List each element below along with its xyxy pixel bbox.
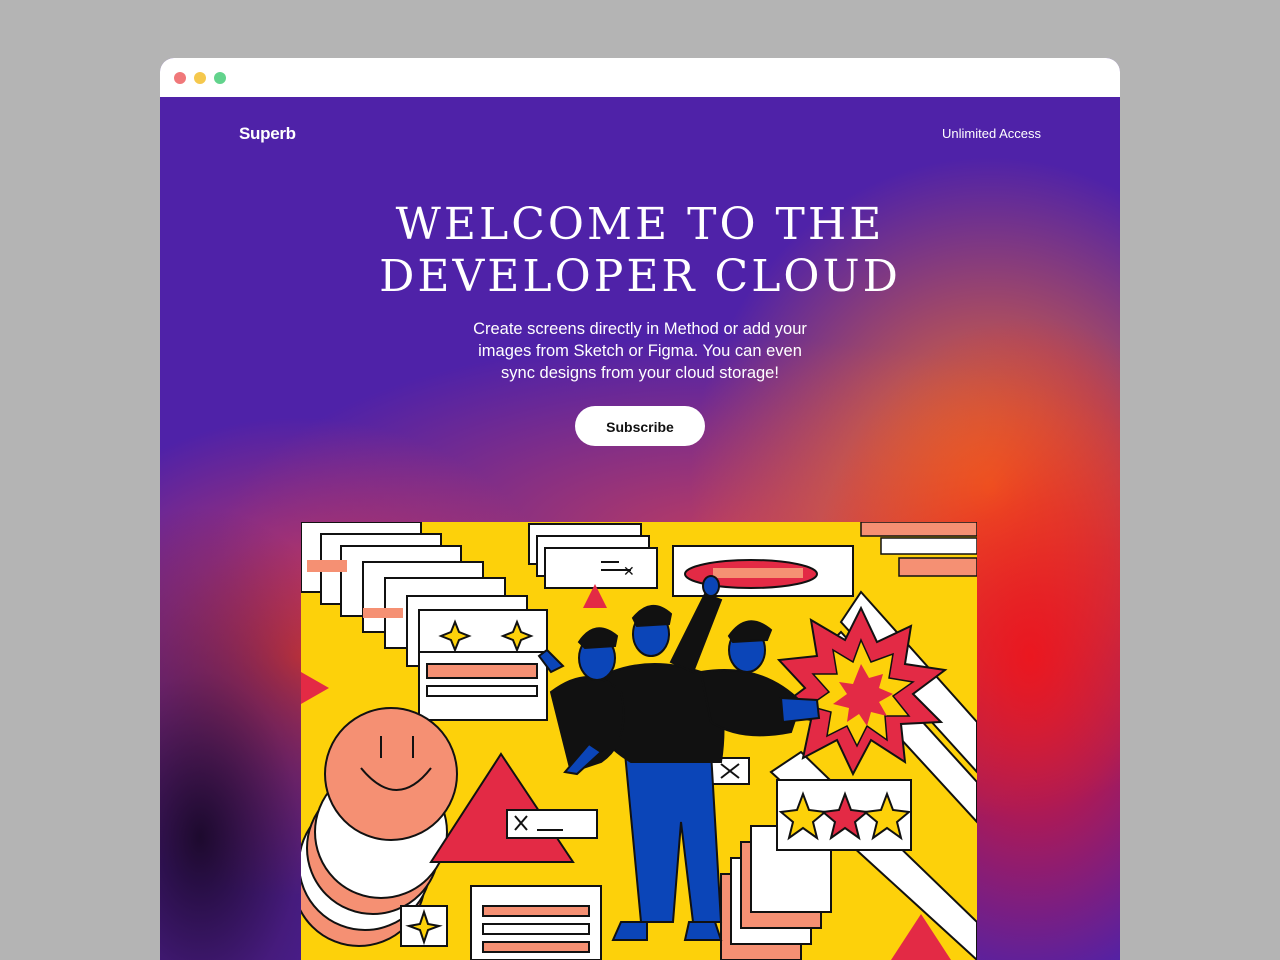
window-titlebar <box>160 58 1120 97</box>
landing-page: Superb Unlimited Access WELCOME TO THE D… <box>160 97 1120 960</box>
hero-subtitle-line-2: images from Sketch or Figma. You can eve… <box>478 342 802 360</box>
hero-title-line-1: WELCOME TO THE <box>395 199 885 250</box>
highlight-dialog <box>672 545 854 597</box>
hero-title: WELCOME TO THE DEVELOPER CLOUD <box>160 199 1120 303</box>
hero-subtitle-line-1: Create screens directly in Method or add… <box>473 320 807 338</box>
minimize-window-dot[interactable] <box>194 72 206 84</box>
document-card <box>470 885 602 960</box>
top-dialog-cards: ✕ <box>528 523 658 589</box>
subscribe-button[interactable]: Subscribe <box>575 406 705 446</box>
svg-text:✕: ✕ <box>623 564 635 580</box>
input-field-card <box>506 809 598 839</box>
star-icon <box>400 905 448 947</box>
hero-subtitle: Create screens directly in Method or add… <box>440 318 840 384</box>
hero-illustration: ✕ <box>301 522 977 960</box>
unlimited-access-link[interactable]: Unlimited Access <box>942 126 1041 141</box>
hero-illustration-svg: ✕ <box>301 522 977 960</box>
star-card <box>418 609 548 721</box>
hero-title-line-2: DEVELOPER CLOUD <box>379 251 901 302</box>
brand-logo[interactable]: Superb <box>239 124 296 144</box>
hero-subtitle-line-3: sync designs from your cloud storage! <box>501 364 779 382</box>
browser-window: Superb Unlimited Access WELCOME TO THE D… <box>160 58 1120 960</box>
maximize-window-dot[interactable] <box>214 72 226 84</box>
close-window-dot[interactable] <box>174 72 186 84</box>
